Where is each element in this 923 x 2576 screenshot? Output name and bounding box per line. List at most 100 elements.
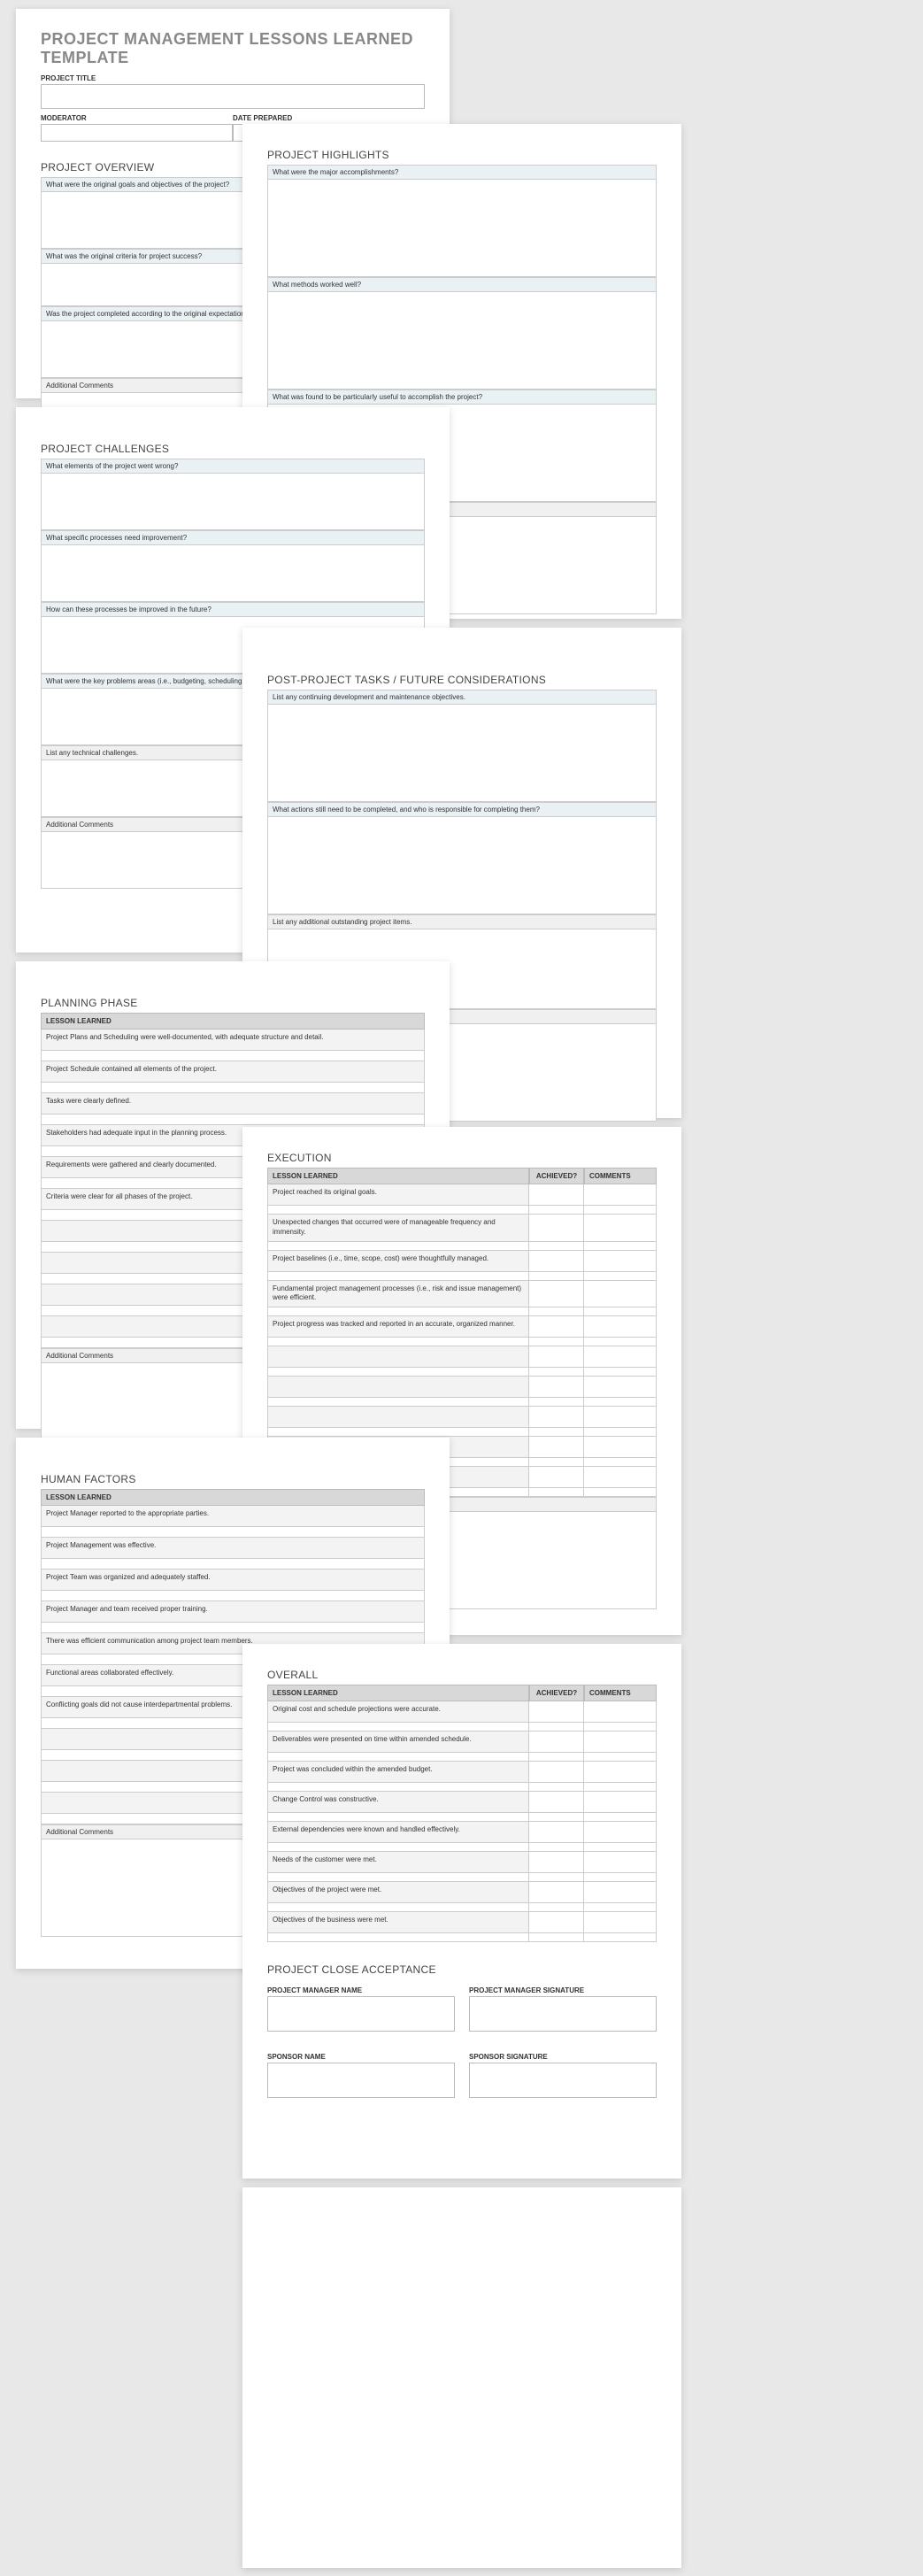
comments-cell[interactable] <box>584 1437 657 1458</box>
lesson-learned-cell: Change Control was constructive. <box>267 1792 529 1813</box>
lesson-learned-cell: Project Manager and team received proper… <box>41 1601 425 1623</box>
comments-cell[interactable] <box>584 1731 657 1753</box>
achieved-cell[interactable] <box>529 1882 584 1903</box>
lesson-learned-cell: Project reached its original goals. <box>267 1184 529 1206</box>
table-row: Objectives of the project were met. <box>267 1882 657 1903</box>
comments-cell[interactable] <box>584 1882 657 1903</box>
table-row: Deliverables were presented on time with… <box>267 1731 657 1753</box>
table-row: Fundamental project management processes… <box>267 1281 657 1308</box>
achieved-cell[interactable] <box>529 1377 584 1398</box>
section-planning-heading: PLANNING PHASE <box>41 997 425 1009</box>
table-row-gap[interactable] <box>41 1083 425 1093</box>
table-row: Objectives of the business were met. <box>267 1912 657 1933</box>
section-human-heading: HUMAN FACTORS <box>41 1473 425 1485</box>
comments-cell[interactable] <box>584 1251 657 1272</box>
lesson-learned-cell: Project was concluded within the amended… <box>267 1762 529 1783</box>
lesson-learned-cell: Fundamental project management processes… <box>267 1281 529 1308</box>
input-moderator[interactable] <box>41 124 233 142</box>
input-pm-sig[interactable] <box>469 1996 657 2032</box>
lesson-learned-cell <box>267 1377 529 1398</box>
input-sp-sig[interactable] <box>469 2063 657 2098</box>
comments-cell[interactable] <box>584 1316 657 1338</box>
comments-cell[interactable] <box>584 1467 657 1488</box>
table-row-gap[interactable] <box>41 1623 425 1633</box>
comments-cell[interactable] <box>584 1346 657 1368</box>
lesson-learned-cell: Unexpected changes that occurred were of… <box>267 1215 529 1242</box>
achieved-cell[interactable] <box>529 1251 584 1272</box>
achieved-cell[interactable] <box>529 1437 584 1458</box>
table-row <box>267 1346 657 1368</box>
table-row <box>267 1407 657 1428</box>
section-overall-heading: OVERALL <box>267 1669 657 1681</box>
comments-cell[interactable] <box>584 1912 657 1933</box>
input-sp-name[interactable] <box>267 2063 455 2098</box>
lesson-learned-cell: Objectives of the project were met. <box>267 1882 529 1903</box>
table-row: Project Manager reported to the appropri… <box>41 1506 425 1527</box>
highlights-q3: What was found to be particularly useful… <box>267 389 657 405</box>
achieved-cell[interactable] <box>529 1215 584 1242</box>
table-row-gap[interactable] <box>41 1591 425 1601</box>
label-date-prepared: DATE PREPARED <box>233 114 425 122</box>
comments-cell[interactable] <box>584 1701 657 1723</box>
comments-cell[interactable] <box>584 1822 657 1843</box>
section-execution-heading: EXECUTION <box>267 1152 657 1164</box>
achieved-cell[interactable] <box>529 1792 584 1813</box>
table-row: Project Schedule contained all elements … <box>41 1061 425 1083</box>
lesson-learned-cell: Project Plans and Scheduling were well-d… <box>41 1030 425 1051</box>
achieved-cell[interactable] <box>529 1912 584 1933</box>
comments-cell[interactable] <box>584 1184 657 1206</box>
human-th: LESSON LEARNED <box>41 1489 425 1506</box>
comments-cell[interactable] <box>584 1407 657 1428</box>
input-project-title[interactable] <box>41 84 425 109</box>
lesson-learned-cell: Project Team was organized and adequatel… <box>41 1570 425 1591</box>
table-row: Project was concluded within the amended… <box>267 1762 657 1783</box>
challenges-q3: How can these processes be improved in t… <box>41 602 425 617</box>
achieved-cell[interactable] <box>529 1762 584 1783</box>
achieved-cell[interactable] <box>529 1852 584 1873</box>
table-row-gap[interactable] <box>41 1114 425 1125</box>
comments-cell[interactable] <box>584 1215 657 1242</box>
lesson-learned-cell: Original cost and schedule projections w… <box>267 1701 529 1723</box>
table-row: Project Management was effective. <box>41 1538 425 1559</box>
section-close-heading: PROJECT CLOSE ACCEPTANCE <box>267 1963 657 1976</box>
table-row-gap[interactable] <box>41 1051 425 1061</box>
post-a1[interactable] <box>267 705 657 802</box>
achieved-cell[interactable] <box>529 1407 584 1428</box>
lesson-learned-cell: Project Manager reported to the appropri… <box>41 1506 425 1527</box>
challenges-a1[interactable] <box>41 474 425 530</box>
comments-cell[interactable] <box>584 1792 657 1813</box>
table-row: Project Team was organized and adequatel… <box>41 1570 425 1591</box>
label-moderator: MODERATOR <box>41 114 233 122</box>
execution-thead: LESSON LEARNED ACHIEVED? COMMENTS <box>267 1168 657 1184</box>
achieved-cell[interactable] <box>529 1822 584 1843</box>
lesson-learned-cell: Project Schedule contained all elements … <box>41 1061 425 1083</box>
achieved-cell[interactable] <box>529 1467 584 1488</box>
comments-cell[interactable] <box>584 1377 657 1398</box>
achieved-cell[interactable] <box>529 1346 584 1368</box>
highlights-a2[interactable] <box>267 292 657 389</box>
comments-cell[interactable] <box>584 1852 657 1873</box>
page-blank <box>242 2187 681 2568</box>
lesson-learned-cell <box>267 1407 529 1428</box>
achieved-cell[interactable] <box>529 1731 584 1753</box>
achieved-cell[interactable] <box>529 1184 584 1206</box>
label-project-title: PROJECT TITLE <box>41 74 425 82</box>
comments-cell[interactable] <box>584 1762 657 1783</box>
lesson-learned-cell: Project progress was tracked and reporte… <box>267 1316 529 1338</box>
post-a2[interactable] <box>267 817 657 914</box>
comments-cell[interactable] <box>584 1281 657 1308</box>
section-highlights-heading: PROJECT HIGHLIGHTS <box>267 149 657 161</box>
input-pm-name[interactable] <box>267 1996 455 2032</box>
achieved-cell[interactable] <box>529 1316 584 1338</box>
table-row-gap[interactable] <box>41 1527 425 1538</box>
achieved-cell[interactable] <box>529 1701 584 1723</box>
section-challenges-heading: PROJECT CHALLENGES <box>41 443 425 455</box>
lesson-learned-cell: Tasks were clearly defined. <box>41 1093 425 1114</box>
lesson-learned-cell: Needs of the customer were met. <box>267 1852 529 1873</box>
challenges-a2[interactable] <box>41 545 425 602</box>
label-pm-name: PROJECT MANAGER NAME <box>267 1986 455 1994</box>
table-row: Project reached its original goals. <box>267 1184 657 1206</box>
table-row-gap[interactable] <box>41 1559 425 1570</box>
highlights-a1[interactable] <box>267 180 657 277</box>
achieved-cell[interactable] <box>529 1281 584 1308</box>
